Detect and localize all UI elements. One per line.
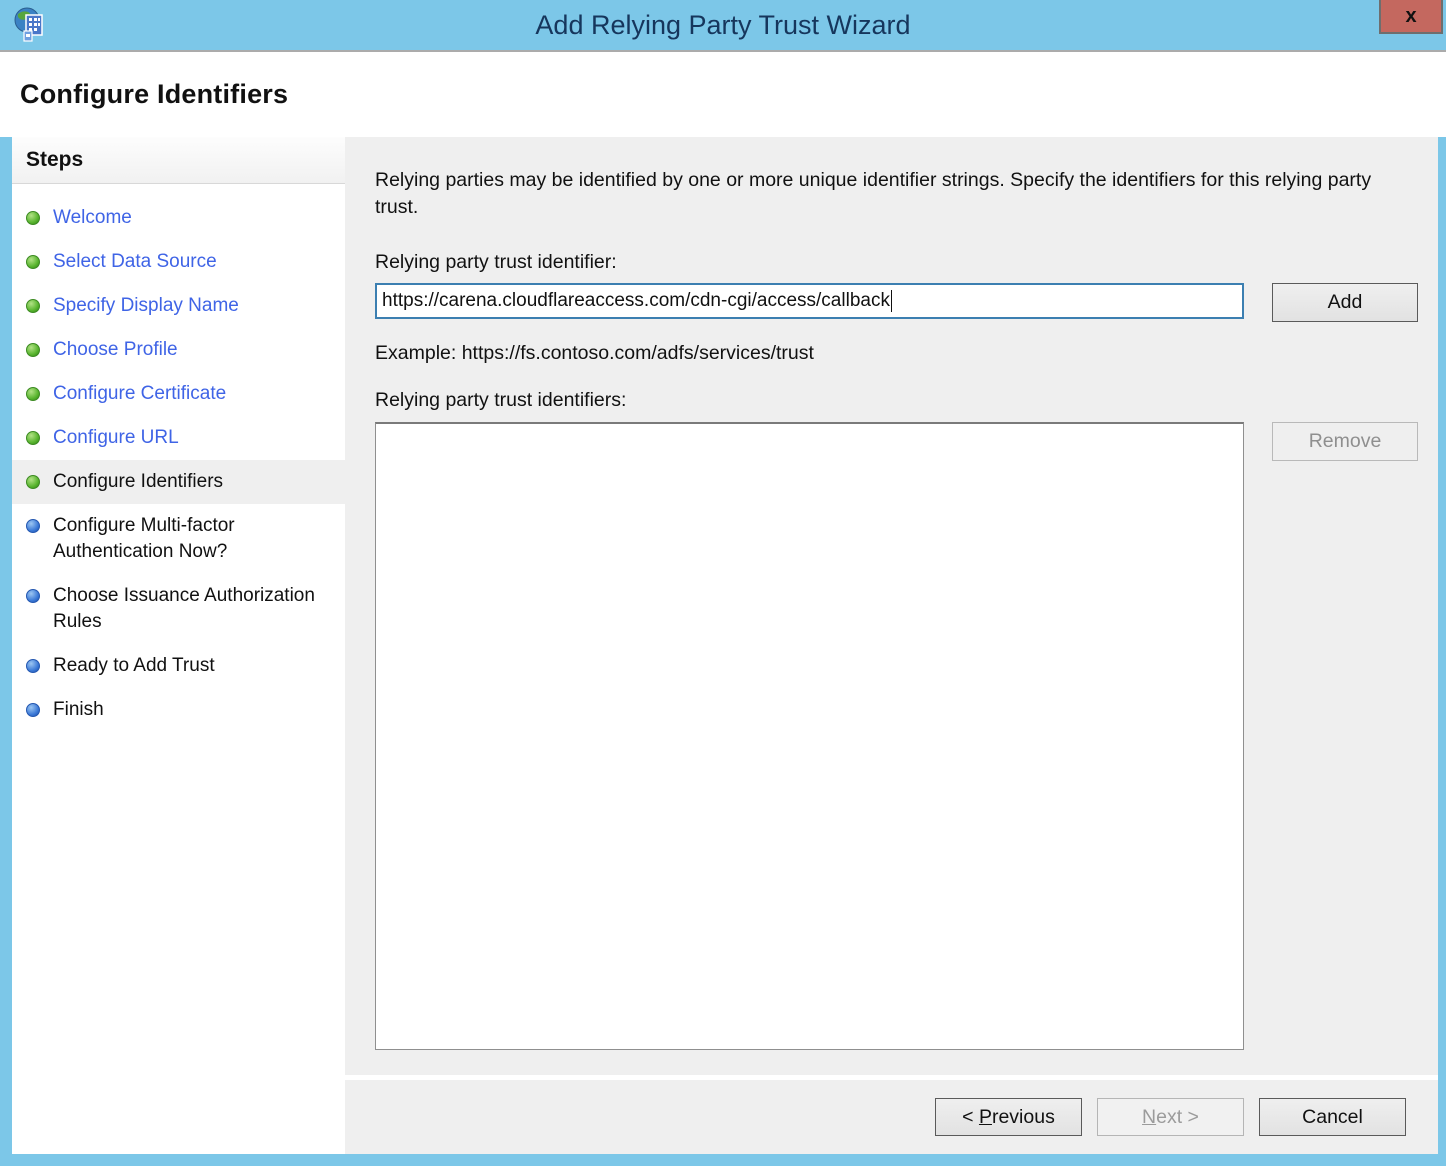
sidebar-item-specify-display-name[interactable]: Specify Display Name — [12, 284, 345, 328]
step-pending-icon — [26, 659, 40, 673]
sidebar-item-configure-identifiers[interactable]: Configure Identifiers — [12, 460, 345, 504]
main-content: Relying parties may be identified by one… — [345, 137, 1438, 1075]
next-button[interactable]: Next > — [1097, 1098, 1244, 1136]
step-pending-icon — [26, 703, 40, 717]
page-title: Configure Identifiers — [20, 79, 288, 110]
add-button[interactable]: Add — [1272, 283, 1418, 322]
sidebar-item-choose-issuance-rules[interactable]: Choose Issuance Authorization Rules — [12, 574, 345, 644]
previous-button[interactable]: < Previous — [935, 1098, 1082, 1136]
step-done-icon — [26, 343, 40, 357]
identifier-field-label: Relying party trust identifier: — [375, 251, 1438, 274]
window-title: Add Relying Party Trust Wizard — [0, 0, 1446, 50]
sidebar-item-configure-url[interactable]: Configure URL — [12, 416, 345, 460]
title-bar: Add Relying Party Trust Wizard x — [0, 0, 1446, 50]
example-text: Example: https://fs.contoso.com/adfs/ser… — [375, 342, 1438, 365]
sidebar-item-configure-multifactor[interactable]: Configure Multi-factor Authentication No… — [12, 504, 345, 574]
sidebar-item-choose-profile[interactable]: Choose Profile — [12, 328, 345, 372]
step-current-icon — [26, 475, 40, 489]
step-done-icon — [26, 387, 40, 401]
step-done-icon — [26, 431, 40, 445]
adfs-icon — [14, 7, 48, 43]
wizard-window: Add Relying Party Trust Wizard x Configu… — [0, 0, 1446, 1166]
text-caret — [891, 290, 893, 312]
steps-heading: Steps — [12, 137, 345, 184]
sidebar-item-ready-to-add-trust[interactable]: Ready to Add Trust — [12, 644, 345, 688]
step-pending-icon — [26, 589, 40, 603]
step-done-icon — [26, 211, 40, 225]
identifier-input[interactable]: https://carena.cloudflareaccess.com/cdn-… — [375, 283, 1244, 319]
step-done-icon — [26, 299, 40, 313]
intro-text: Relying parties may be identified by one… — [375, 167, 1400, 221]
remove-button[interactable]: Remove — [1272, 422, 1418, 461]
window-bottom-border — [0, 1154, 1446, 1166]
identifiers-listbox[interactable] — [375, 422, 1244, 1050]
identifiers-list-label: Relying party trust identifiers: — [375, 389, 1438, 412]
sidebar-item-configure-certificate[interactable]: Configure Certificate — [12, 372, 345, 416]
step-pending-icon — [26, 519, 40, 533]
identifier-input-value: https://carena.cloudflareaccess.com/cdn-… — [382, 290, 890, 312]
steps-sidebar: Steps Welcome Select Data Source Specify… — [12, 137, 345, 1154]
sidebar-item-select-data-source[interactable]: Select Data Source — [12, 240, 345, 284]
footer-button-bar: < Previous Next > Cancel — [345, 1080, 1438, 1154]
sidebar-item-finish[interactable]: Finish — [12, 688, 345, 732]
steps-list: Welcome Select Data Source Specify Displ… — [12, 184, 345, 732]
step-done-icon — [26, 255, 40, 269]
page-header: Configure Identifiers — [0, 50, 1446, 137]
close-button[interactable]: x — [1379, 0, 1443, 34]
sidebar-item-welcome[interactable]: Welcome — [12, 196, 345, 240]
cancel-button[interactable]: Cancel — [1259, 1098, 1406, 1136]
